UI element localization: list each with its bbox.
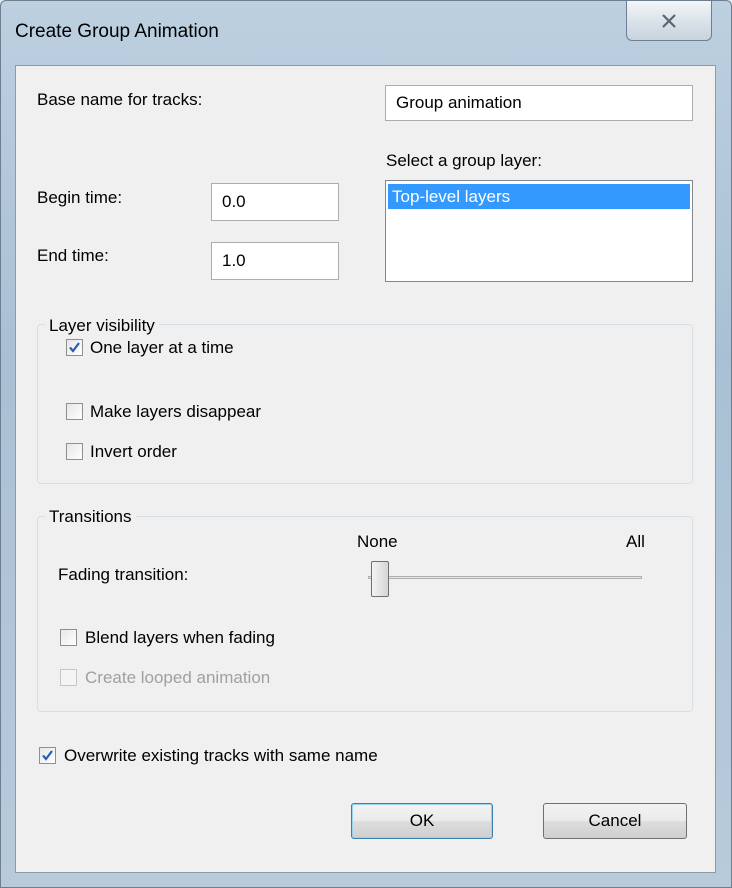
cancel-button[interactable]: Cancel: [543, 803, 687, 839]
make-disappear-checkbox[interactable]: [66, 403, 83, 420]
fading-slider-track[interactable]: [368, 576, 642, 579]
select-group-label: Select a group layer:: [386, 151, 542, 170]
ok-button[interactable]: OK: [351, 803, 493, 839]
blend-layers-label: Blend layers when fading: [85, 628, 275, 647]
make-disappear-label: Make layers disappear: [90, 402, 262, 421]
close-icon: [662, 13, 676, 28]
checkmark-icon: [42, 750, 53, 761]
checkmark-icon: [69, 342, 80, 353]
invert-order-checkbox[interactable]: [66, 443, 83, 460]
layer-visibility-legend: Layer visibility: [45, 316, 159, 336]
end-time-input[interactable]: 1.0: [211, 242, 339, 280]
slider-max-label: All: [626, 532, 645, 551]
overwrite-checkbox[interactable]: [39, 747, 56, 764]
create-looped-label: Create looped animation: [85, 668, 271, 687]
group-layer-list[interactable]: Top-level layers: [385, 180, 693, 282]
begin-time-label: Begin time:: [37, 188, 123, 207]
one-layer-label: One layer at a time: [90, 338, 234, 357]
one-layer-checkbox[interactable]: [66, 339, 83, 356]
fading-slider-thumb[interactable]: [371, 561, 389, 597]
list-item[interactable]: Top-level layers: [388, 184, 690, 209]
base-name-input[interactable]: Group animation: [385, 85, 693, 121]
window-title: Create Group Animation: [15, 21, 219, 42]
slider-min-label: None: [357, 532, 398, 551]
dialog-content: Base name for tracks: Group animation Se…: [15, 65, 716, 873]
blend-layers-checkbox[interactable]: [60, 629, 77, 646]
close-button[interactable]: [626, 1, 712, 41]
fading-transition-label: Fading transition:: [58, 565, 189, 584]
create-looped-checkbox[interactable]: [60, 669, 77, 686]
base-name-label: Base name for tracks:: [37, 90, 203, 109]
transitions-legend: Transitions: [45, 507, 136, 527]
begin-time-input[interactable]: 0.0: [211, 183, 339, 221]
invert-order-label: Invert order: [90, 442, 177, 461]
dialog-window: Create Group Animation Base name for tra…: [0, 0, 732, 888]
title-bar: Create Group Animation: [1, 1, 732, 63]
overwrite-label: Overwrite existing tracks with same name: [64, 746, 378, 765]
end-time-label: End time:: [37, 246, 109, 265]
